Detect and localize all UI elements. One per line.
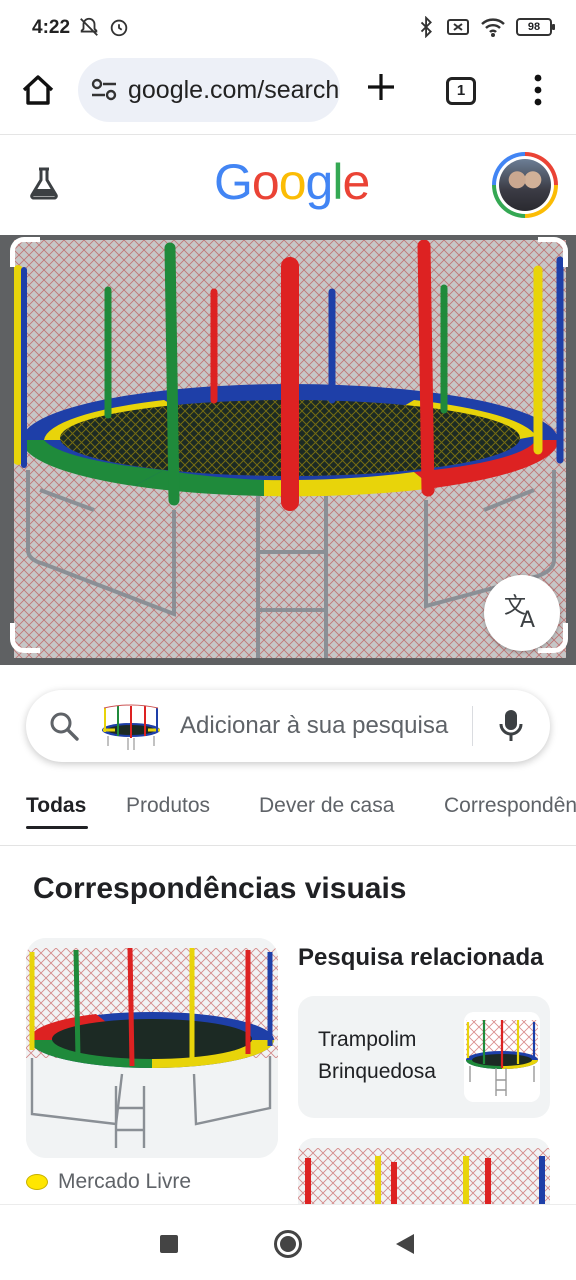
battery-level: 98 [527, 21, 541, 33]
visual-match-image [26, 938, 278, 1158]
section-title: Correspondências visuais [33, 872, 407, 905]
mercado-livre-icon [26, 1174, 48, 1190]
more-vert-icon[interactable] [526, 70, 550, 110]
logo-letter: l [332, 154, 343, 210]
search-divider [472, 706, 473, 746]
logo-letter: e [342, 154, 370, 210]
url-text[interactable]: google.com/search [128, 76, 338, 105]
notifications-off-icon [80, 17, 98, 36]
logo-letter: g [305, 154, 334, 210]
logo-letter: G [214, 154, 253, 210]
tabs-divider [0, 845, 576, 846]
search-tabs: Todas Produtos Dever de casa Correspondê… [0, 790, 576, 840]
site-settings-icon[interactable] [90, 78, 118, 102]
wifi-icon [481, 18, 505, 37]
status-left-icons [78, 16, 130, 38]
alarm-icon [110, 19, 128, 37]
crop-corner-top-left[interactable] [10, 237, 40, 267]
recents-button[interactable] [160, 1235, 178, 1253]
related-search-card[interactable]: Trampolim Brinquedosa [298, 996, 550, 1118]
svg-text:A: A [520, 608, 535, 633]
visual-match-source[interactable]: Mercado Livre [26, 1170, 191, 1194]
related-search-title: Pesquisa relacionada [298, 944, 544, 971]
flask-icon[interactable] [26, 165, 62, 201]
tab-dever-de-casa[interactable]: Dever de casa [259, 794, 394, 818]
url-bar[interactable]: google.com/search [78, 58, 340, 122]
visual-match-card[interactable] [26, 938, 278, 1158]
account-avatar[interactable] [492, 152, 558, 218]
search-image-thumbnail[interactable] [100, 702, 162, 750]
tab-produtos[interactable]: Produtos [126, 794, 210, 818]
tab-todas[interactable]: Todas [26, 794, 86, 818]
logo-letter: o [251, 154, 280, 210]
source-name[interactable]: Mercado Livre [58, 1170, 191, 1194]
back-button[interactable] [396, 1234, 414, 1254]
related-search-thumbnail [464, 1012, 540, 1102]
bluetooth-icon [420, 16, 432, 38]
new-tab-icon[interactable] [364, 70, 398, 104]
no-sim-icon [447, 19, 469, 35]
translate-icon: 文 A [504, 594, 535, 633]
active-tab-indicator [26, 826, 88, 829]
status-time: 4:22 [32, 17, 71, 38]
lens-image-area[interactable]: 文 A [0, 235, 576, 665]
tab-correspondencias[interactable]: Correspondências [444, 794, 576, 818]
crop-corner-top-right[interactable] [538, 237, 568, 267]
home-icon[interactable] [18, 70, 58, 110]
search-input[interactable]: Adicionar à sua pesquisa [180, 712, 464, 740]
battery-indicator: 98 [516, 18, 555, 36]
search-icon[interactable] [48, 710, 80, 742]
crop-corner-bottom-left[interactable] [10, 623, 40, 653]
home-button[interactable] [274, 1230, 302, 1258]
google-header: Google [0, 135, 576, 235]
status-right-icons: 98 [418, 16, 555, 38]
google-logo[interactable]: Google [214, 153, 370, 211]
translate-button[interactable]: 文 A [484, 575, 560, 651]
related-search-label[interactable]: Trampolim Brinquedosa [318, 1024, 458, 1088]
status-bar: 4:22 98 [0, 0, 576, 56]
avatar-photo [499, 159, 551, 211]
tab-count: 1 [456, 82, 466, 99]
browser-toolbar: google.com/search 1 [0, 56, 576, 124]
system-nav-bar [0, 1204, 576, 1280]
logo-letter: o [278, 154, 307, 210]
mic-icon[interactable] [498, 708, 524, 744]
tab-switcher-button[interactable]: 1 [446, 77, 476, 105]
search-box[interactable]: Adicionar à sua pesquisa [26, 690, 550, 762]
